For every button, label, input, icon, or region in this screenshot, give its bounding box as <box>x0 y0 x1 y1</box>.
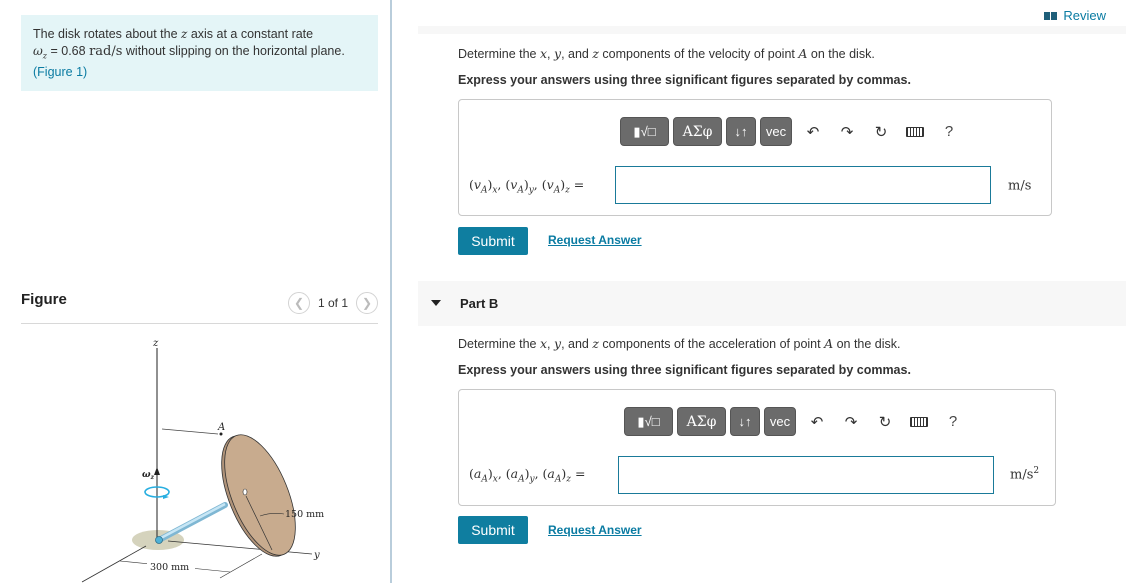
panel-divider[interactable] <box>390 0 392 583</box>
book-icon <box>1044 11 1058 20</box>
figure-title: Figure <box>21 291 67 308</box>
redo-button[interactable]: ↷ <box>830 123 864 141</box>
part-a-toolbar: ▮√□ ΑΣφ ↓↑ vec ↶ ↷ ↻ ? <box>620 117 966 146</box>
left-panel: The disk rotates about the z axis at a c… <box>0 0 390 583</box>
redo-button[interactable]: ↷ <box>834 413 868 431</box>
redo-icon: ↷ <box>840 123 854 141</box>
help-button[interactable]: ? <box>932 123 966 140</box>
templates-button[interactable]: ▮√□ <box>620 117 669 146</box>
arrows-icon: ↓↑ <box>734 124 748 139</box>
undo-button[interactable]: ↶ <box>796 123 830 141</box>
figure-pager: ❮ 1 of 1 ❯ <box>287 292 378 314</box>
greek-symbols-button[interactable]: ΑΣφ <box>677 407 726 436</box>
template-icon: ▮√□ <box>637 413 660 429</box>
pager-text: 1 of 1 <box>317 296 348 310</box>
undo-icon: ↶ <box>810 413 824 431</box>
template-icon: ▮√□ <box>633 123 656 139</box>
chevron-left-icon: ❮ <box>293 296 304 310</box>
part-b-request-answer-link[interactable]: Request Answer <box>548 523 642 537</box>
velocity-answer-input[interactable] <box>615 166 991 204</box>
next-figure-button[interactable]: ❯ <box>356 292 378 314</box>
omega-label: ωz <box>142 470 155 481</box>
part-a-equation-label: (vA)x, (vA)y, (vA)z = <box>469 177 585 196</box>
x-axis-line <box>81 545 147 583</box>
reference-line <box>161 428 219 435</box>
part-a-unit: m/s <box>1008 178 1032 194</box>
dimension-300-label: 300 mm <box>150 562 189 573</box>
part-a-submit-button[interactable]: Submit <box>458 227 528 255</box>
keyboard-button[interactable] <box>898 126 932 137</box>
greek-symbols-button[interactable]: ΑΣφ <box>673 117 722 146</box>
vector-button[interactable]: vec <box>764 407 796 436</box>
acceleration-answer-input[interactable] <box>618 456 994 494</box>
part-a-header-bar <box>418 26 1126 34</box>
figure-diagram: z ωz y 300 mm 150 mm A <box>81 338 324 583</box>
subscript-superscript-button[interactable]: ↓↑ <box>730 407 760 436</box>
undo-button[interactable]: ↶ <box>800 413 834 431</box>
redo-icon: ↷ <box>844 413 858 431</box>
prev-figure-button[interactable]: ❮ <box>287 292 310 314</box>
collapse-triangle-icon <box>431 300 441 306</box>
y-axis-label: y <box>313 550 320 561</box>
part-b-submit-button[interactable]: Submit <box>458 516 528 544</box>
part-a-prompt: Determine the x, y, and z components of … <box>458 46 875 61</box>
undo-icon: ↶ <box>806 123 820 141</box>
help-button[interactable]: ? <box>936 413 970 430</box>
dimension-ext <box>219 553 263 579</box>
part-b-instruction: Express your answers using three signifi… <box>458 363 911 377</box>
part-b-unit: m/s2 <box>1010 466 1040 483</box>
part-b-header[interactable]: Part B <box>418 281 1126 326</box>
keyboard-icon <box>906 126 924 137</box>
omega-symbol: ωz <box>33 44 48 61</box>
disk-hub <box>242 488 248 496</box>
subscript-superscript-button[interactable]: ↓↑ <box>726 117 756 146</box>
part-a-instruction: Express your answers using three signifi… <box>458 73 911 87</box>
keyboard-icon <box>910 416 928 427</box>
templates-button[interactable]: ▮√□ <box>624 407 673 436</box>
review-link[interactable]: Review <box>1044 8 1106 23</box>
z-axis-label: z <box>152 338 159 349</box>
part-b-label: Part B <box>460 296 499 311</box>
reset-button[interactable]: ↻ <box>868 413 902 431</box>
arrows-icon: ↓↑ <box>738 414 752 429</box>
rod-end <box>155 536 163 544</box>
part-b-toolbar: ▮√□ ΑΣφ ↓↑ vec ↶ ↷ ↻ ? <box>624 407 970 436</box>
reset-icon: ↻ <box>874 123 888 141</box>
chevron-right-icon: ❯ <box>361 296 373 310</box>
reset-button[interactable]: ↻ <box>864 123 898 141</box>
radius-label: 150 mm <box>285 509 324 520</box>
part-b-equation-label: (aA)x, (aA)y, (aA)z = <box>469 466 586 485</box>
reset-icon: ↻ <box>878 413 892 431</box>
part-b-prompt: Determine the x, y, and z components of … <box>458 336 901 351</box>
figure-header: Figure ❮ 1 of 1 ❯ <box>21 290 378 324</box>
vector-button[interactable]: vec <box>760 117 792 146</box>
omega-arrowhead <box>154 467 160 475</box>
problem-statement: The disk rotates about the z axis at a c… <box>21 15 378 91</box>
part-a-request-answer-link[interactable]: Request Answer <box>548 233 642 247</box>
point-a-label: A <box>217 422 225 433</box>
figure-link[interactable]: (Figure 1) <box>33 65 87 79</box>
keyboard-button[interactable] <box>902 416 936 427</box>
